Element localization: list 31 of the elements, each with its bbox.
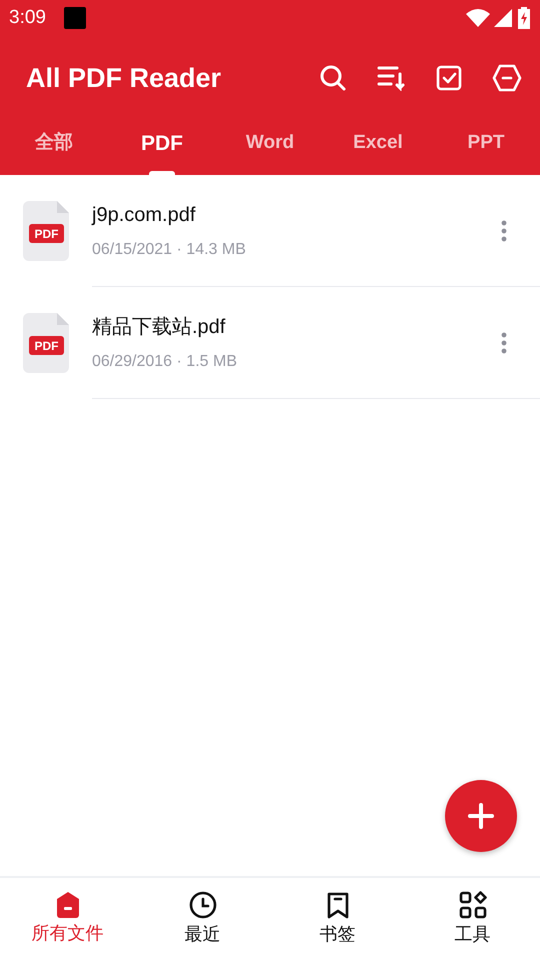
bookmark-icon: [326, 890, 350, 918]
file-name: j9p.com.pdf: [92, 202, 196, 228]
tab[interactable]: Word: [216, 120, 324, 175]
file-details: 06/29/2016 · 1.5 MB: [92, 352, 238, 372]
wifi-icon: [466, 9, 490, 27]
notification-icon: [64, 7, 86, 29]
app-title: All PDF Reader: [26, 62, 222, 95]
grid-icon: [458, 890, 486, 918]
tab[interactable]: PPT: [432, 120, 540, 175]
status-time: 3:09: [9, 6, 46, 30]
ad-block-button[interactable]: [492, 63, 522, 93]
plus-icon: [467, 802, 495, 830]
tab[interactable]: 全部: [0, 120, 108, 175]
nav-tab[interactable]: 所有文件: [0, 878, 135, 960]
signal-icon: [494, 9, 512, 27]
file-details: 06/15/2021 · 14.3 MB: [92, 240, 247, 260]
battery-icon: [518, 7, 530, 29]
pdf-file-icon: PDF: [23, 201, 69, 261]
file-name: 精品下载站.pdf: [92, 314, 226, 340]
nav-tab[interactable]: 书签: [270, 878, 405, 960]
search-button[interactable]: [318, 63, 348, 93]
select-button[interactable]: [434, 63, 464, 93]
nav-tab[interactable]: 工具: [405, 878, 540, 960]
tab[interactable]: Excel: [324, 120, 432, 175]
more-icon: [501, 332, 507, 354]
tab[interactable]: PDF: [108, 120, 216, 175]
nav-tab[interactable]: 最近: [135, 878, 270, 960]
clock-icon: [188, 890, 216, 918]
pdf-file-icon: PDF: [23, 313, 69, 373]
add-button[interactable]: [445, 780, 517, 852]
more-icon: [501, 220, 507, 242]
